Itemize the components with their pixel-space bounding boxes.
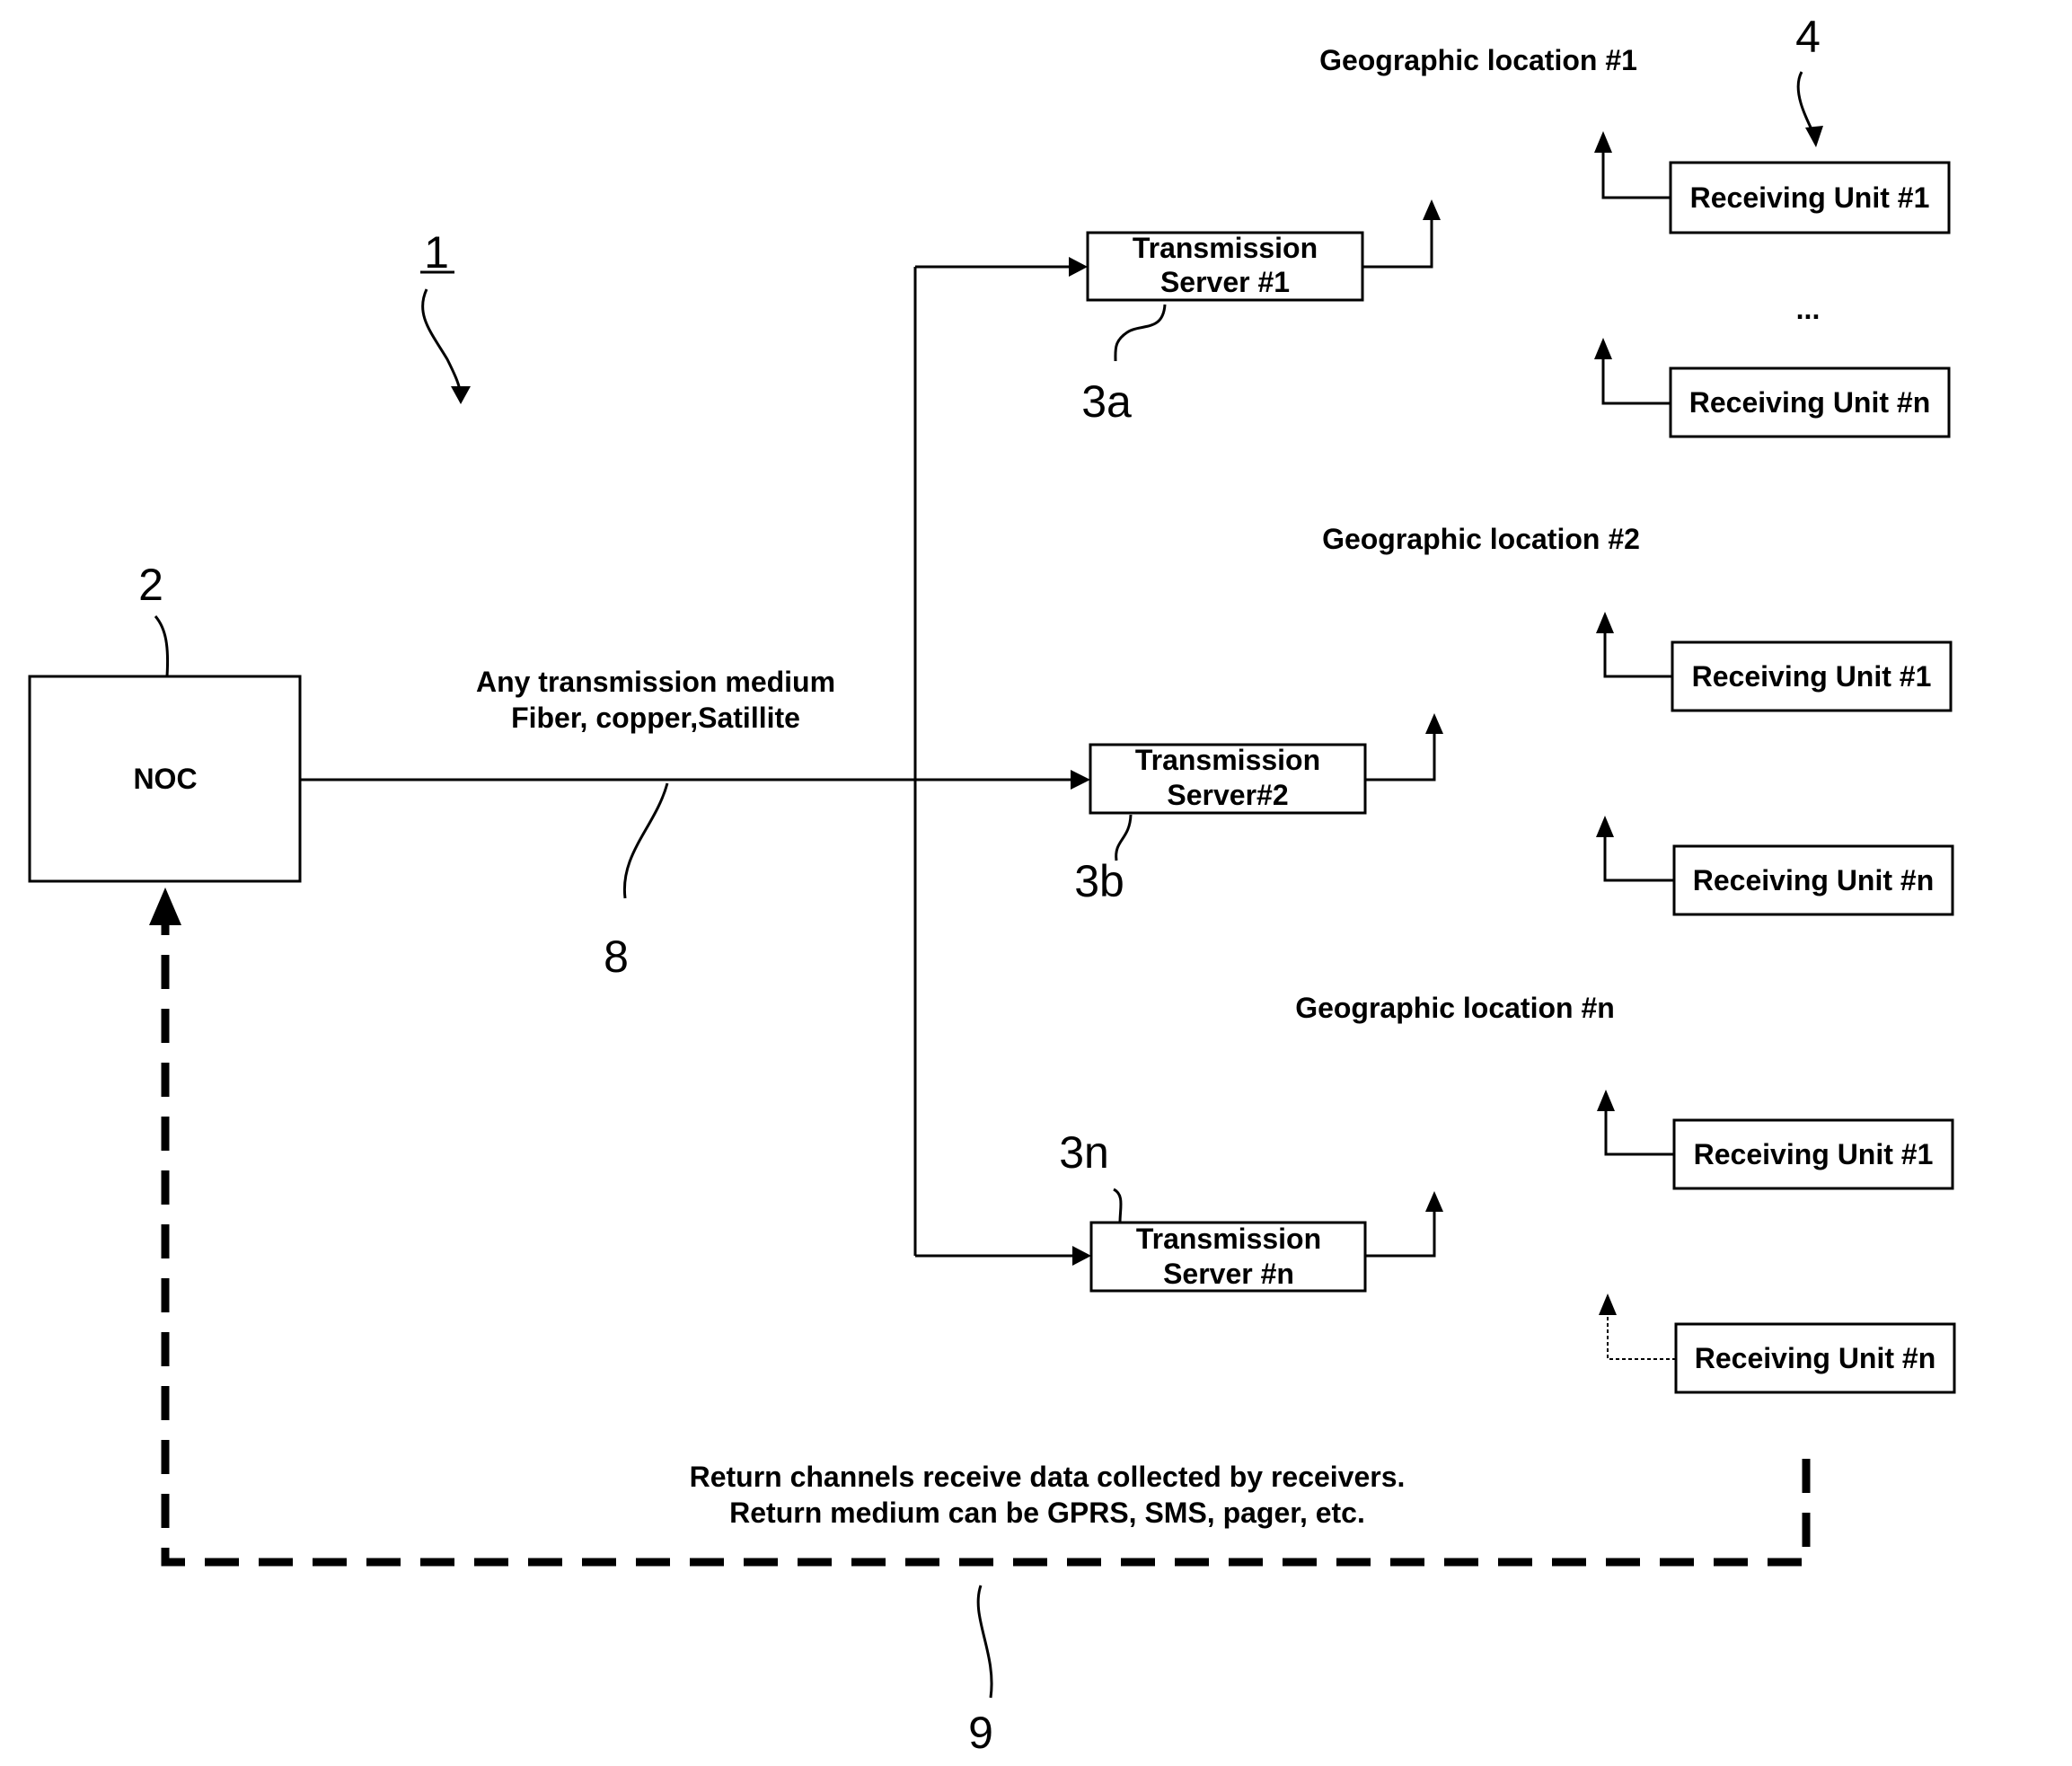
medium-label-line1: Any transmission medium (476, 666, 835, 698)
server-label-line1: Transmission (1136, 1223, 1321, 1255)
arrow-head-icon (1425, 713, 1443, 734)
server-ref-label: 3a (1081, 376, 1132, 427)
arrow-head-icon (451, 386, 471, 404)
system-ref-1: 1 (420, 227, 471, 404)
server-ref-label: 3n (1059, 1127, 1109, 1178)
receiving-unit-connector (1607, 1311, 1676, 1360)
server-label-line1: Transmission (1135, 744, 1320, 776)
server-ref-leader (1114, 304, 1167, 362)
receiving-unit-label: Receiving Unit #n (1689, 386, 1931, 419)
ellipsis: ... (1796, 293, 1821, 325)
noc-label: NOC (133, 763, 197, 795)
transmission-server-n: Transmission Server #n 3n (915, 1127, 1443, 1293)
server-label-line2: Server #1 (1160, 266, 1290, 298)
return-label-line1: Return channels receive data collected b… (690, 1461, 1406, 1493)
server-ref-leader (1113, 1188, 1123, 1223)
receiving-unit-label: Receiving Unit #1 (1692, 660, 1932, 693)
return-label-line2: Return medium can be GPRS, SMS, pager, e… (729, 1497, 1365, 1529)
medium-ref-label: 8 (604, 932, 629, 982)
server-output-line (1365, 729, 1436, 781)
arrow-head-icon (1805, 126, 1823, 147)
server-output-line (1362, 216, 1433, 269)
server-ref-label: 3b (1074, 856, 1124, 906)
arrow-head-icon (1599, 1294, 1617, 1315)
transmission-server-2: Transmission Server#2 3b (1074, 713, 1443, 906)
arrow-head-icon (1594, 338, 1612, 359)
return-ref-leader (976, 1585, 993, 1699)
location-label: Geographic location #1 (1319, 44, 1637, 76)
receiving-unit-connector (1603, 833, 1674, 882)
noc-block: 2 NOC (28, 560, 302, 883)
arrow-head-icon (1596, 612, 1614, 633)
receiving-unit-label: Receiving Unit #1 (1694, 1138, 1934, 1170)
arrow-head-icon (1423, 199, 1441, 220)
arrow-head-icon (1071, 770, 1090, 790)
receiving-unit-connector (1601, 355, 1671, 405)
location-label: Geographic location #2 (1322, 523, 1640, 555)
arrow-head-icon (1594, 131, 1612, 153)
return-ref-label: 9 (968, 1708, 993, 1758)
arrow-head-icon (1596, 816, 1614, 837)
receiving-unit-ref-label: 4 (1795, 12, 1821, 62)
transmission-server-1: Transmission Server #1 3a (915, 199, 1441, 427)
server-output-line (1365, 1207, 1436, 1258)
receiving-unit-ref-4: 4 (1795, 12, 1823, 147)
receiving-unit-ref-leader (1796, 71, 1816, 136)
arrow-head-icon (1072, 1246, 1091, 1266)
location-label: Geographic location #n (1295, 992, 1615, 1024)
geographic-location-2: Geographic location #2 Receiving Unit #1… (1322, 523, 1954, 916)
medium-ref-leader (622, 782, 669, 899)
server-label-line2: Server#2 (1167, 779, 1288, 811)
geographic-location-1: Geographic location #1 Receiving Unit #1… (1319, 44, 1951, 438)
system-ref-label: 1 (424, 227, 449, 278)
server-label-line2: Server #n (1163, 1258, 1294, 1290)
receiving-unit-connector (1604, 1107, 1674, 1156)
network-diagram: 1 2 NOC Any transmission medium Fiber, c… (28, 12, 1956, 1758)
noc-ref-label: 2 (138, 560, 163, 610)
transmission-medium: Any transmission medium Fiber, copper,Sa… (300, 267, 1090, 1256)
arrow-head-icon (149, 887, 181, 925)
medium-label-line2: Fiber, copper,Satillite (511, 702, 800, 734)
arrow-head-icon (1425, 1191, 1443, 1212)
receiving-unit-connector (1601, 148, 1671, 199)
receiving-unit-label: Receiving Unit #n (1693, 864, 1935, 896)
geographic-location-n: Geographic location #n Receiving Unit #1… (1295, 992, 1956, 1394)
receiving-unit-connector (1603, 629, 1672, 678)
arrow-head-icon (1069, 257, 1088, 277)
system-ref-leader (421, 288, 463, 396)
receiving-unit-label: Receiving Unit #n (1695, 1342, 1936, 1374)
noc-ref-leader (154, 615, 170, 677)
server-label-line1: Transmission (1133, 232, 1318, 264)
receiving-unit-label: Receiving Unit #1 (1690, 181, 1930, 214)
arrow-head-icon (1597, 1090, 1615, 1111)
server-ref-leader (1115, 814, 1133, 861)
